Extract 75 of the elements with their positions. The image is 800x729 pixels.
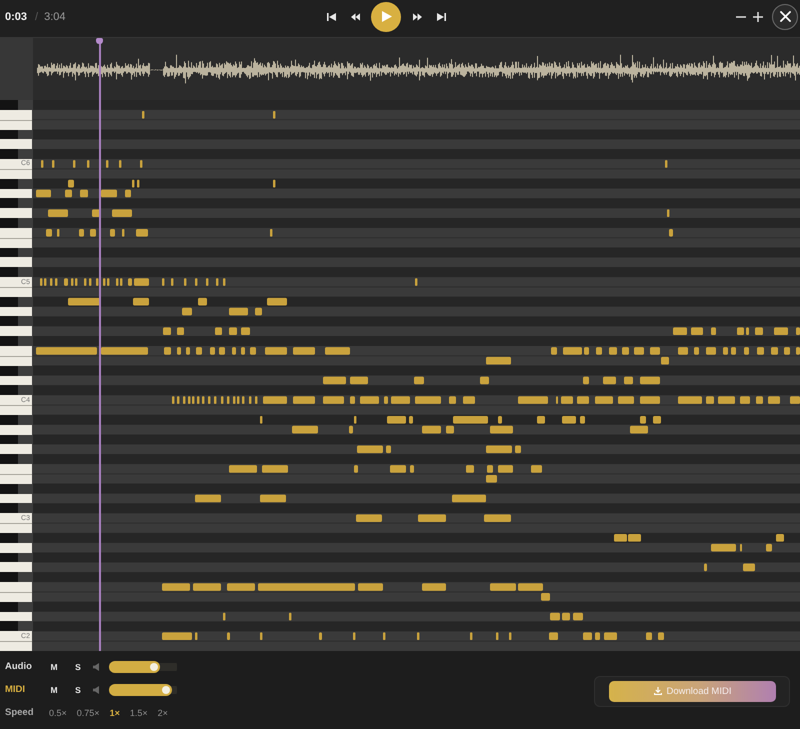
piano-key [0,336,18,346]
total-time: 3:04 [44,10,66,22]
piano-key [0,188,32,198]
solo-button[interactable]: S [71,660,85,674]
piano-key [0,110,32,120]
piano-key [0,582,32,592]
speed-option[interactable]: 0.75× [76,708,100,718]
speaker-icon [93,686,100,694]
fast-forward-icon [412,12,422,20]
piano-key [0,592,32,602]
piano-key [0,552,18,562]
piano-key [0,178,18,189]
piano-key [0,572,18,582]
piano-key [0,424,32,435]
piano-key [0,562,32,572]
piano-key [0,130,18,140]
piano-key [0,474,32,484]
download-icon [654,687,662,695]
piano-key [0,356,32,366]
mute-button[interactable]: M [47,660,61,674]
piano-key [0,444,32,454]
piano-key [0,434,18,444]
piano-key [0,306,32,316]
piano-key [0,376,32,386]
piano-key [0,296,18,307]
piano-key [0,267,18,278]
piano-key [0,326,32,336]
piano-key [0,602,18,612]
piano-key [0,257,32,268]
piano-key [0,621,18,632]
speed-option[interactable]: 1.5× [130,708,148,718]
piano-key [0,100,18,110]
piano-key [0,366,18,376]
piano-key [0,542,32,553]
playhead-handle[interactable] [96,38,104,44]
piano-key [0,494,32,504]
piano-key [0,208,32,218]
rewind-icon [350,12,360,20]
piano-key [0,414,18,425]
piano-key [0,464,32,474]
track-name: Audio [5,661,33,672]
piano-key [0,248,18,258]
piano-key [0,346,32,356]
piano-key [0,198,18,208]
speaker-icon [93,662,100,670]
piano-key [0,228,32,238]
piano-key [0,316,18,326]
piano-key [0,612,32,622]
piano-key [0,238,32,248]
piano-key [0,139,32,150]
speed-option[interactable]: 2× [158,708,168,718]
track-name: MIDI [5,684,26,695]
piano-key [0,385,18,396]
mute-button[interactable]: M [47,682,61,696]
skip-end-icon [436,12,446,20]
current-time: 0:03 [5,10,28,22]
piano-key [0,149,18,160]
piano-key [0,503,18,514]
skip-start-icon [326,12,336,20]
piano-key [0,484,18,494]
time-separator: / [35,10,38,22]
piano-key [0,120,32,130]
zoom-in-button[interactable] [751,10,765,24]
speed-option[interactable]: 0.5× [49,708,67,718]
speed-option[interactable]: 1× [110,708,120,718]
volume-slider[interactable] [109,660,177,672]
piano-key [0,218,18,228]
piano-key [0,532,18,543]
close-button[interactable] [772,4,798,30]
play-button[interactable] [371,2,401,32]
solo-button[interactable]: S [71,682,85,696]
speed-label: Speed [5,707,35,718]
plus-icon [753,12,763,22]
piano-key [0,454,18,464]
close-icon [780,11,790,22]
